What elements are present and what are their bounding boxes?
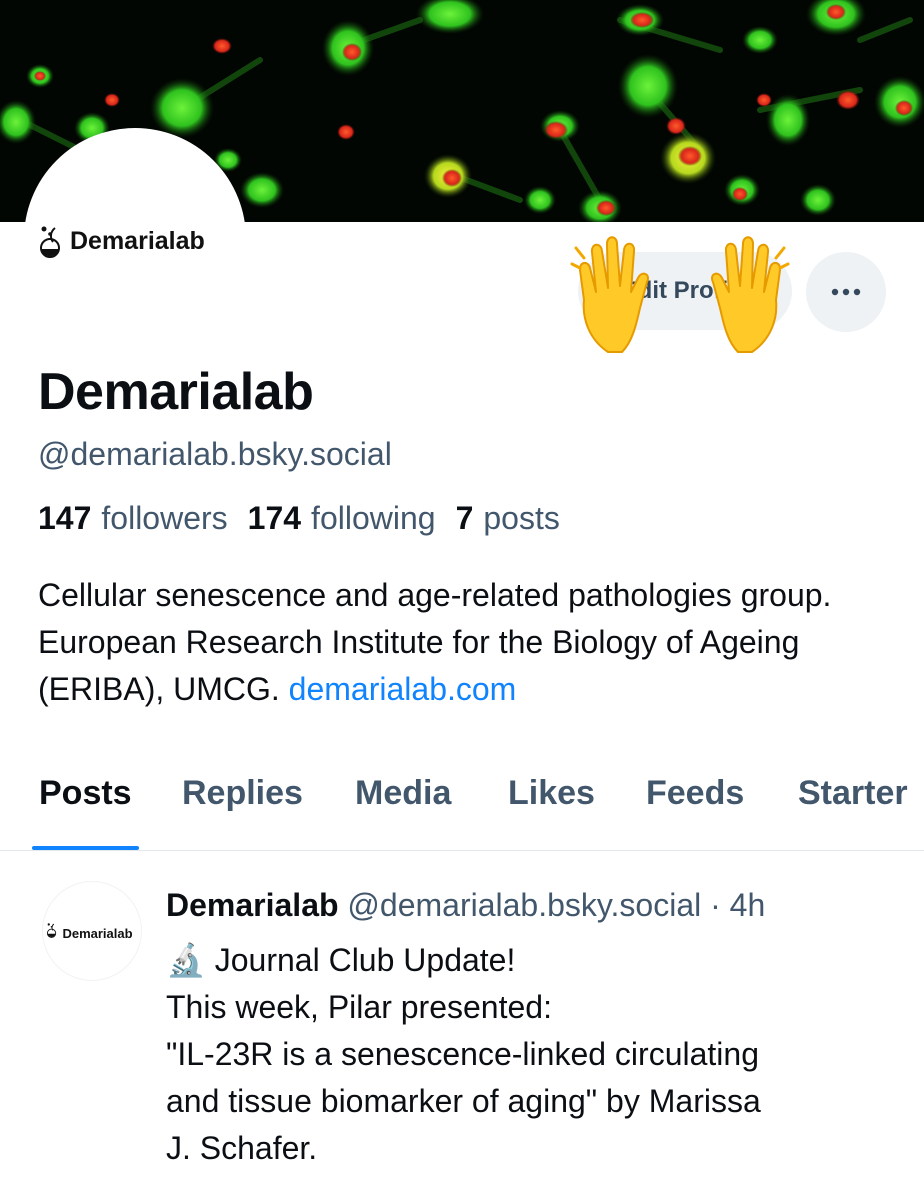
edit-profile-button[interactable]: Edit Profile: [578, 252, 792, 330]
post-line: This week, Pilar presented:: [166, 989, 552, 1025]
tab-posts[interactable]: Posts: [39, 774, 132, 813]
post-author-avatar[interactable]: Demarialab: [42, 881, 142, 981]
profile-stats: 147 followers 174 following 7 posts: [38, 500, 580, 537]
post-timestamp[interactable]: 4h: [730, 887, 766, 923]
post-avatar-logo: Demarialab: [46, 922, 133, 943]
post-author-handle[interactable]: @demarialab.bsky.social: [347, 887, 701, 923]
post-body: 🔬 Journal Club Update! This week, Pilar …: [166, 937, 886, 1172]
post-line: "IL-23R is a senescence-linked circulati…: [166, 1036, 759, 1072]
followers-link[interactable]: 147 followers: [38, 500, 248, 537]
profile-handle: @demarialab.bsky.social: [38, 436, 392, 472]
tab-media[interactable]: Media: [355, 774, 451, 813]
logo-text: Demarialab: [70, 226, 205, 255]
followers-label: followers: [101, 500, 228, 536]
tab-likes[interactable]: Likes: [508, 774, 595, 813]
post-line: J. Schafer.: [166, 1130, 318, 1166]
post-header: Demarialab @demarialab.bsky.social · 4h: [166, 887, 765, 924]
posts-stat: 7 posts: [456, 500, 580, 537]
profile-avatar[interactable]: Demarialab: [24, 128, 246, 350]
profile-tabs: Posts Replies Media Likes Feeds Starter: [0, 752, 924, 851]
post-line: 🔬 Journal Club Update!: [166, 942, 516, 978]
following-label: following: [311, 500, 436, 536]
tab-starter-packs[interactable]: Starter: [798, 774, 908, 813]
profile-bio: Cellular senescence and age-related path…: [38, 572, 898, 713]
posts-count: 7: [455, 500, 474, 536]
lab-logo: Demarialab: [38, 224, 205, 258]
followers-count: 147: [38, 500, 92, 536]
post-author-name[interactable]: Demarialab: [166, 887, 339, 923]
post-avatar-text: Demarialab: [62, 926, 133, 941]
tab-feeds[interactable]: Feeds: [646, 774, 744, 813]
flask-logo-icon: [46, 923, 57, 938]
post-separator: ·: [710, 887, 721, 923]
display-name: Demarialab: [38, 363, 314, 421]
bio-website-link[interactable]: demarialab.com: [289, 671, 517, 707]
more-options-button[interactable]: [806, 252, 886, 332]
post-line: and tissue biomarker of aging" by Mariss…: [166, 1083, 761, 1119]
active-tab-indicator: [32, 846, 139, 850]
flask-logo-icon: [40, 226, 60, 258]
posts-label: posts: [483, 500, 560, 536]
more-horizontal-icon: [831, 288, 861, 296]
following-link[interactable]: 174 following: [248, 500, 456, 537]
following-count: 174: [247, 500, 302, 536]
tab-replies[interactable]: Replies: [182, 774, 303, 813]
feed-post[interactable]: Demarialab Demarialab @demarialab.bsky.s…: [0, 851, 924, 1200]
